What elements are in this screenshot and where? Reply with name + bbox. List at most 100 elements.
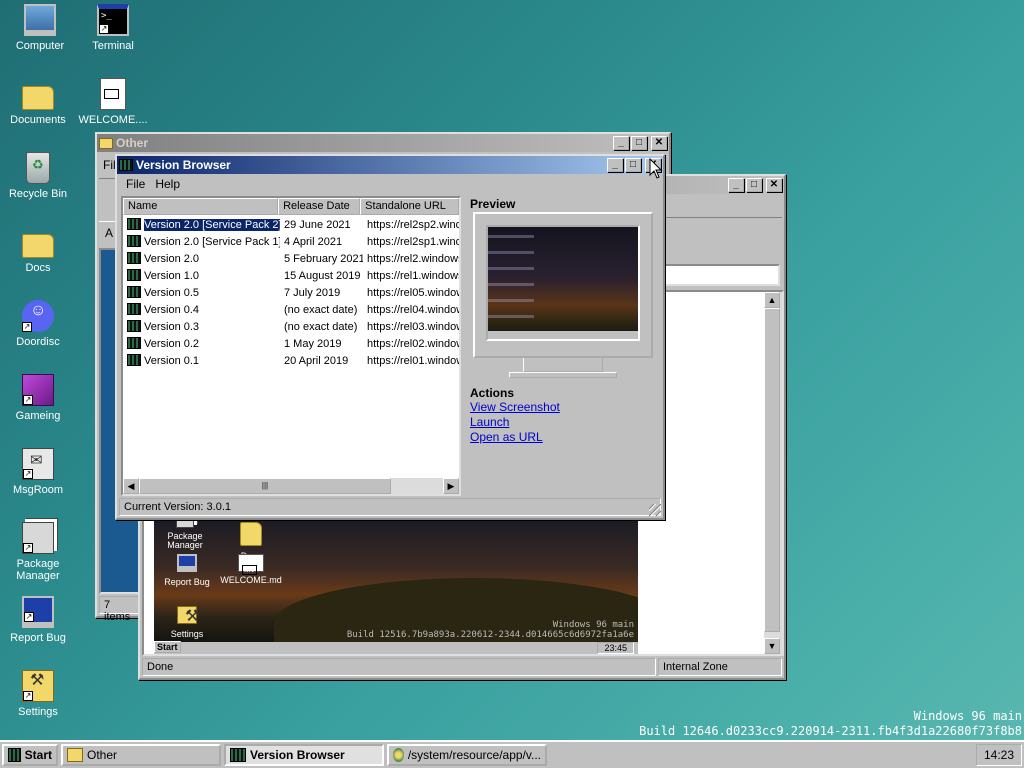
minimize-button[interactable]: _: [728, 178, 744, 192]
list-item[interactable]: Version 1.0 15 August 2019 https://rel1.…: [123, 267, 459, 284]
resize-grip[interactable]: [649, 504, 661, 516]
desktop-icon-msgroom[interactable]: ↗ MsgRoom: [0, 448, 76, 496]
scroll-up-button[interactable]: ▲: [764, 292, 780, 308]
start-button[interactable]: Start: [2, 744, 58, 766]
vertical-scrollbar[interactable]: ▲ ▼: [764, 292, 782, 654]
report-bug-icon: [177, 554, 197, 572]
taskbar-task-browser[interactable]: /system/resource/app/v...: [387, 744, 547, 766]
globe-icon: [393, 748, 404, 762]
preview-taskbar: [488, 331, 638, 339]
open-as-url-link[interactable]: Open as URL: [470, 430, 560, 445]
preview-screen: [486, 225, 640, 341]
taskbar-task-other[interactable]: Other: [61, 744, 221, 766]
scroll-thumb[interactable]: |||: [139, 478, 391, 494]
version-browser-window[interactable]: Version Browser _ □ ✕ File Help Name Rel…: [115, 154, 665, 520]
recycle-bin-icon: [26, 152, 50, 184]
address-input[interactable]: [660, 264, 780, 286]
monitor-base: [509, 372, 617, 378]
desktop-icon-gameing[interactable]: ↗ Gameing: [0, 374, 76, 422]
version-icon: [127, 354, 141, 366]
version-icon: [127, 337, 141, 349]
menu-file[interactable]: File: [121, 177, 150, 191]
horizontal-scrollbar[interactable]: ◀ ||| ▶: [123, 478, 459, 494]
status-done: Done: [142, 658, 656, 676]
actions-heading: Actions: [470, 386, 515, 400]
list-item[interactable]: Version 2.0 5 February 2021 https://rel2…: [123, 250, 459, 267]
maximize-button[interactable]: □: [625, 158, 641, 172]
close-button[interactable]: ✕: [766, 178, 782, 192]
version-browser-titlebar[interactable]: Version Browser _ □ ✕: [117, 156, 663, 174]
list-item[interactable]: Version 2.0 [Service Pack 1] 4 April 202…: [123, 233, 459, 250]
shot-icon-settings: Settings: [154, 606, 220, 640]
screenshot-taskbar: Start 23:45: [154, 641, 638, 654]
mouse-cursor-icon: [649, 158, 663, 179]
version-browser-app-icon: [119, 159, 133, 171]
browser-statusbar: Done Internal Zone: [142, 658, 782, 676]
desktop-icon-docs[interactable]: Docs: [0, 226, 76, 274]
close-button[interactable]: ✕: [651, 136, 667, 150]
shot-start-button: Start: [154, 641, 181, 653]
other-address-label: A: [105, 226, 114, 240]
version-browser-app-icon: [230, 748, 246, 762]
other-menu-file[interactable]: Fil: [103, 158, 116, 172]
discord-icon: ↗: [22, 300, 54, 332]
desktop-icon-doordisc[interactable]: ↗ Doordisc: [0, 300, 76, 348]
scroll-left-button[interactable]: ◀: [123, 478, 139, 494]
markdown-file-icon: [100, 78, 126, 110]
settings-icon: [177, 606, 199, 624]
taskbar-task-version-browser[interactable]: Version Browser: [224, 744, 384, 766]
list-item[interactable]: Version 2.0 [Service Pack 2] 29 June 202…: [123, 216, 459, 233]
desktop-icon-recycle-bin[interactable]: Recycle Bin: [0, 152, 76, 200]
version-icon: [127, 252, 141, 264]
version-list[interactable]: Name Release Date Standalone URL Version…: [121, 196, 461, 496]
other-status-count: 7 items: [99, 596, 143, 623]
shot-watermark: Windows 96 main Build 12516.7b9a893a.220…: [346, 620, 634, 640]
minimize-button[interactable]: _: [607, 158, 623, 172]
version-list-header: Name Release Date Standalone URL: [123, 198, 459, 215]
current-version-status: Current Version: 3.0.1: [119, 498, 661, 516]
shot-clock: 23:45: [597, 642, 634, 654]
desktop-icon-welcome[interactable]: WELCOME....: [75, 78, 151, 126]
scroll-thumb[interactable]: [764, 308, 780, 632]
list-item[interactable]: Version 0.3 (no exact date) https://rel0…: [123, 318, 459, 335]
version-icon: [127, 235, 141, 247]
desktop-icon-documents[interactable]: Documents: [0, 78, 76, 126]
system-clock: 14:23: [976, 744, 1022, 766]
version-list-rows: Version 2.0 [Service Pack 2] 29 June 202…: [123, 215, 459, 369]
taskbar: Start Other Version Browser /system/reso…: [0, 740, 1024, 768]
view-screenshot-link[interactable]: View Screenshot: [470, 400, 560, 415]
column-header-name[interactable]: Name: [123, 198, 279, 215]
scroll-right-button[interactable]: ▶: [443, 478, 459, 494]
screenshot-image: Package Manager Docs Report Bug WELCOME.…: [154, 518, 638, 642]
maximize-button[interactable]: □: [746, 178, 762, 192]
minimize-button[interactable]: _: [613, 136, 629, 150]
list-item[interactable]: Version 0.5 7 July 2019 https://rel05.wi…: [123, 284, 459, 301]
preview-monitor: [473, 212, 653, 358]
desktop-icon-report-bug[interactable]: ↗ Report Bug: [0, 596, 76, 644]
version-browser-statusbar: Current Version: 3.0.1: [119, 498, 661, 516]
list-item[interactable]: Version 0.4 (no exact date) https://rel0…: [123, 301, 459, 318]
column-header-release-date[interactable]: Release Date: [278, 198, 361, 215]
maximize-button[interactable]: □: [631, 136, 647, 150]
version-icon: [127, 320, 141, 332]
settings-icon: ↗: [22, 670, 54, 702]
scroll-down-button[interactable]: ▼: [764, 638, 780, 654]
status-zone: Internal Zone: [658, 658, 782, 676]
list-item[interactable]: Version 0.2 1 May 2019 https://rel02.win…: [123, 335, 459, 352]
list-item[interactable]: Version 0.1 20 April 2019 https://rel01.…: [123, 352, 459, 369]
desktop-icon-computer[interactable]: Computer: [2, 4, 78, 52]
version-browser-menubar: File Help: [117, 174, 663, 194]
shot-icon-package-manager: Package Manager: [154, 518, 218, 550]
other-window-titlebar[interactable]: Other _ □ ✕: [97, 134, 669, 152]
desktop-icon-settings[interactable]: ↗ Settings: [0, 670, 76, 718]
column-header-standalone-url[interactable]: Standalone URL: [360, 198, 459, 215]
preview-icon-column: [488, 227, 534, 331]
version-icon: [127, 218, 141, 230]
desktop-icon-package-manager[interactable]: ↗ Package Manager: [0, 522, 76, 582]
launch-link[interactable]: Launch: [470, 415, 560, 430]
menu-help[interactable]: Help: [150, 177, 185, 191]
folder-icon: [22, 234, 54, 258]
actions-list: View Screenshot Launch Open as URL: [470, 400, 560, 445]
package-icon: ↗: [22, 522, 54, 554]
desktop-icon-terminal[interactable]: ↗ Terminal: [75, 4, 151, 52]
